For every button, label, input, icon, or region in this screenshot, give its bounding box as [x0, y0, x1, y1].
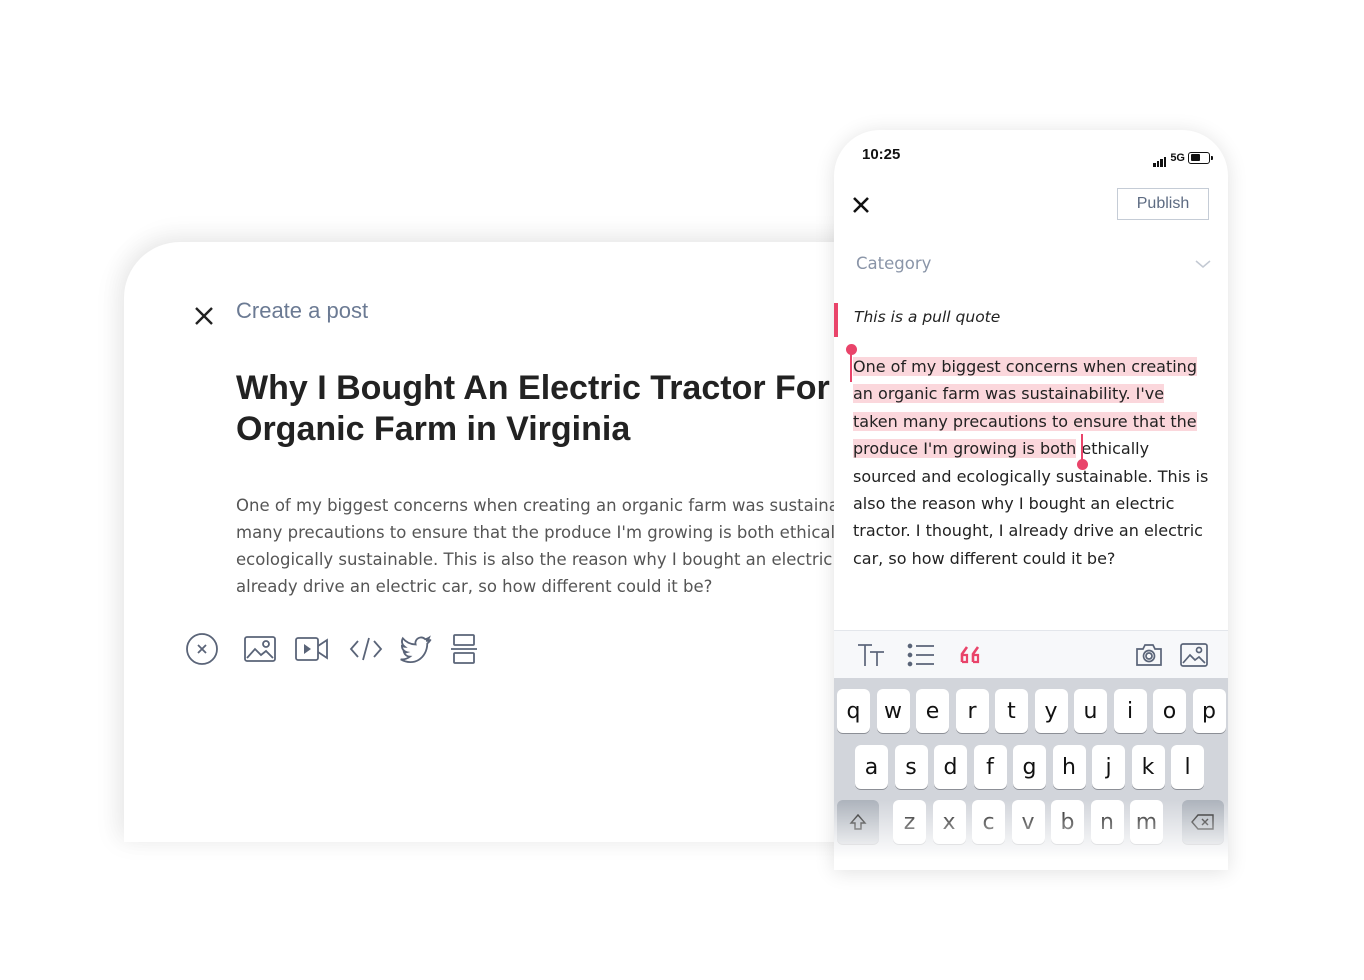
category-select[interactable]: Category: [856, 254, 1212, 280]
camera-icon[interactable]: [1132, 639, 1166, 671]
close-circle-icon[interactable]: [184, 632, 220, 666]
list-icon[interactable]: [904, 639, 938, 671]
quote-icon[interactable]: [954, 639, 988, 671]
close-icon[interactable]: [850, 194, 872, 216]
close-icon[interactable]: [190, 302, 218, 330]
divider-icon[interactable]: [446, 632, 482, 666]
page-title: Create a post: [236, 298, 369, 323]
key-d[interactable]: d: [934, 745, 967, 789]
key-k[interactable]: k: [1131, 745, 1165, 789]
pull-quote-bar: [834, 303, 838, 337]
selected-text: taken many precautions to ensure that th…: [853, 411, 1197, 431]
key-f[interactable]: f: [973, 745, 1007, 789]
key-y[interactable]: y: [1034, 689, 1068, 733]
body-text: ethically: [1076, 439, 1150, 459]
body-text: tractor. I thought, I already drive an e…: [853, 521, 1203, 541]
publish-button[interactable]: Publish: [1117, 188, 1209, 220]
selection-start-handle[interactable]: [845, 344, 857, 382]
key-i[interactable]: i: [1113, 689, 1147, 733]
selected-text: an organic farm was sustainability. I've: [853, 384, 1165, 404]
format-toolbar: [834, 630, 1228, 679]
key-j[interactable]: j: [1092, 745, 1125, 789]
status-time: 10:25: [862, 146, 901, 163]
selected-text: produce I'm growing is both: [853, 439, 1077, 459]
key-s[interactable]: s: [894, 745, 928, 789]
key-p[interactable]: p: [1192, 689, 1226, 733]
body-text: sourced and ecologically sustainable. Th…: [853, 466, 1209, 486]
key-a[interactable]: a: [855, 745, 888, 789]
chevron-down-icon: [1195, 260, 1211, 268]
key-t[interactable]: t: [995, 689, 1028, 733]
battery-icon: [1188, 151, 1213, 164]
network-label: 5G: [1170, 151, 1185, 164]
fade-overlay: [124, 752, 884, 842]
image-icon[interactable]: [242, 632, 278, 666]
key-u[interactable]: u: [1074, 689, 1107, 733]
selection-end-handle[interactable]: [1076, 434, 1088, 470]
desktop-editor-card: Create a post Why I Bought An Electric T…: [124, 242, 884, 842]
key-e[interactable]: e: [916, 689, 949, 733]
image-icon[interactable]: [1177, 639, 1211, 671]
key-o[interactable]: o: [1153, 689, 1186, 733]
video-icon[interactable]: [294, 632, 330, 666]
key-l[interactable]: l: [1171, 745, 1204, 789]
key-g[interactable]: g: [1013, 745, 1046, 789]
post-title-field[interactable]: Why I Bought An Electric Tractor For Org…: [236, 368, 884, 450]
selected-text: One of my biggest concerns when creating: [853, 357, 1197, 376]
key-r[interactable]: r: [955, 689, 989, 733]
key-h[interactable]: h: [1052, 745, 1086, 789]
key-w[interactable]: w: [876, 689, 910, 733]
body-text: also the reason why I bought an electric: [853, 494, 1175, 514]
pull-quote[interactable]: This is a pull quote: [854, 308, 1000, 326]
status-indicators: 5G: [1153, 148, 1213, 167]
signal-icon: [1153, 148, 1167, 167]
post-body-field[interactable]: One of my biggest concerns when creating…: [236, 492, 884, 600]
phone-editor: 10:25 5G Publish Category This is a pull…: [834, 130, 1228, 870]
text-size-icon[interactable]: [854, 639, 888, 671]
key-q[interactable]: q: [837, 689, 870, 733]
category-label: Category: [856, 254, 932, 273]
body-text: car, so how different could it be?: [853, 548, 1116, 568]
twitter-icon[interactable]: [398, 632, 434, 666]
code-icon[interactable]: [348, 632, 384, 666]
fade-overlay: [834, 800, 1228, 870]
body-text-area[interactable]: One of my biggest concerns when creating…: [853, 353, 1225, 572]
